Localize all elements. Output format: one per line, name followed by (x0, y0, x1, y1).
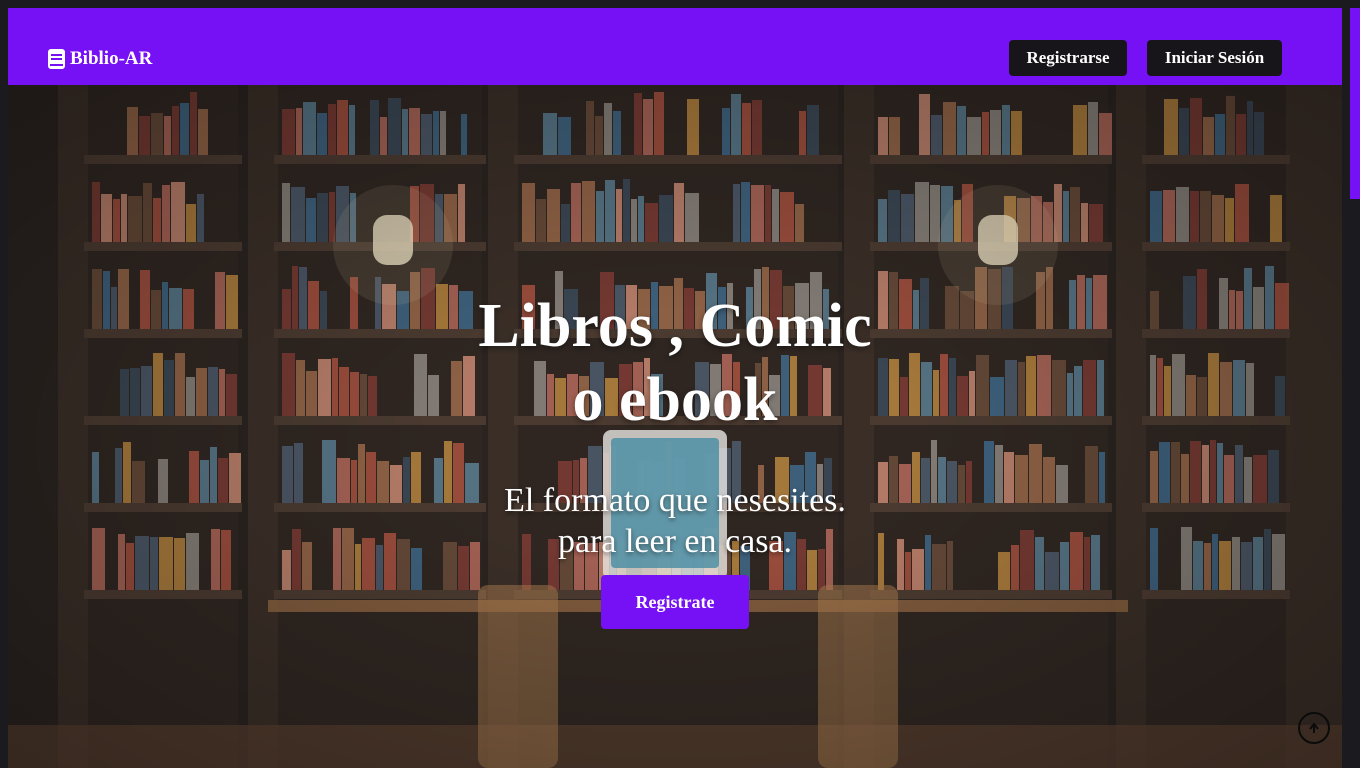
scroll-top-button[interactable] (1298, 712, 1330, 744)
cta-register-button[interactable]: Registrate (601, 575, 749, 629)
register-button[interactable]: Registrarse (1009, 40, 1127, 76)
page: Biblio-AR Registrarse Iniciar Sesión Lib… (8, 8, 1342, 768)
navbar: Biblio-AR Registrarse Iniciar Sesión (8, 8, 1342, 85)
scrollbar-thumb[interactable] (1350, 8, 1360, 199)
login-button[interactable]: Iniciar Sesión (1147, 40, 1282, 76)
hero-subtitle-line-2: para leer en casa. (557, 523, 793, 560)
hero-title-line-2: o ebook (572, 366, 778, 434)
brand-name: Biblio-AR (70, 48, 153, 69)
hero-title-line-1: Libros , Comic (478, 292, 872, 360)
hero-subtitle-line-1: El formato que nesesites. (504, 482, 846, 519)
brand-link[interactable]: Biblio-AR (48, 48, 152, 70)
hero-title: Libros , Comic o ebook (8, 289, 1342, 437)
hero-subtitle: El formato que nesesites. para leer en c… (8, 480, 1342, 562)
hero-section: Libros , Comic o ebook El formato que ne… (8, 85, 1342, 768)
arrow-up-circle-icon (1309, 722, 1319, 733)
book-icon (48, 49, 65, 69)
